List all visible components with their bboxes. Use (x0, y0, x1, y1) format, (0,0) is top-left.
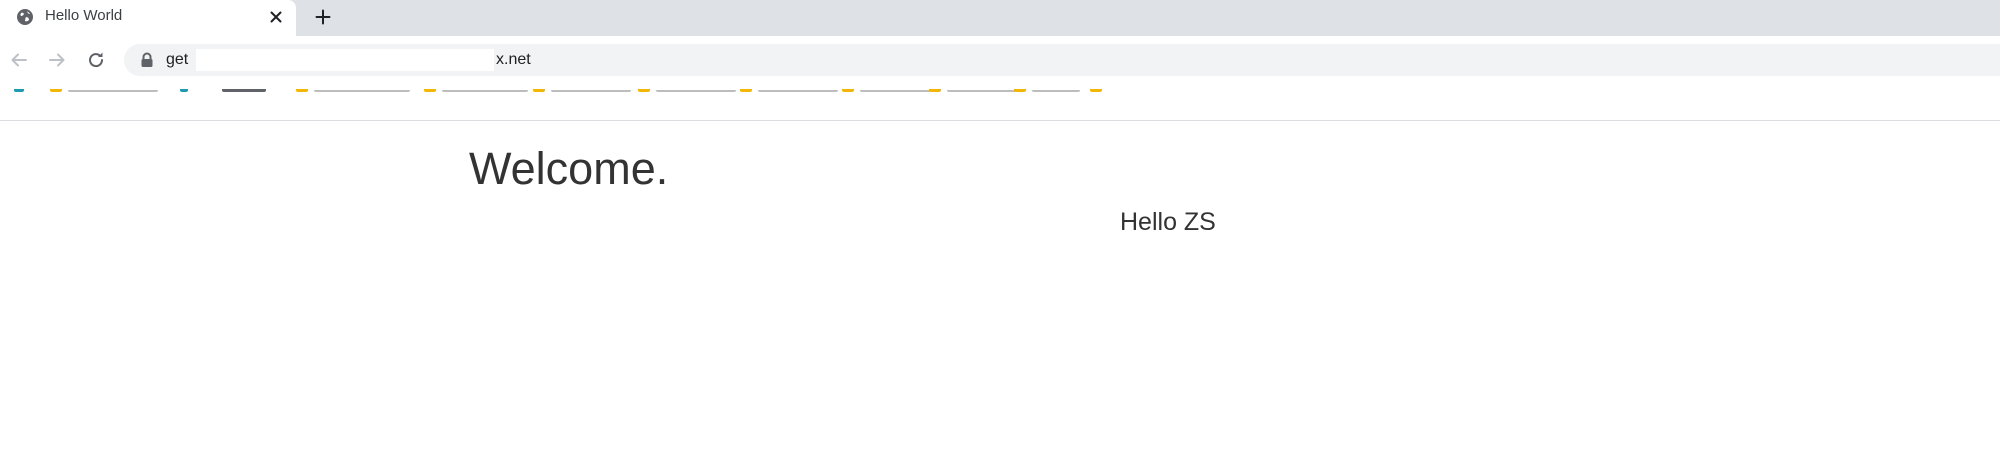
bookmark-folder-icon[interactable] (50, 89, 62, 92)
browser-window: Hello World get x.net Welcome. Hello ZS (0, 0, 2000, 455)
url-text-prefix: get (166, 51, 189, 68)
page-content: Welcome. Hello ZS (0, 121, 2000, 455)
bookmark-label-fragment (222, 89, 266, 92)
url-redaction (196, 49, 494, 71)
url-text-suffix: x.net (496, 51, 531, 68)
forward-button[interactable] (45, 48, 69, 72)
bookmark-label-fragment (314, 90, 410, 92)
reload-button[interactable] (84, 48, 108, 72)
reload-icon (89, 52, 104, 68)
globe-icon (16, 8, 34, 26)
bookmark-label-fragment (442, 90, 528, 92)
bookmark-label-fragment (68, 90, 158, 92)
back-arrow-icon (11, 53, 27, 67)
tab-title: Hello World (45, 7, 123, 24)
bookmark-folder-icon[interactable] (842, 89, 854, 92)
forward-arrow-icon (49, 53, 65, 67)
bookmark-folder-icon[interactable] (740, 89, 752, 92)
greeting-text: Hello ZS (1120, 208, 1216, 236)
plus-icon (315, 9, 331, 25)
bookmark-folder-icon[interactable] (929, 89, 941, 92)
lock-icon[interactable] (140, 52, 154, 68)
page-heading: Welcome. (469, 143, 669, 194)
tab-strip: Hello World (0, 0, 2000, 36)
bookmark-label-fragment (758, 90, 838, 92)
bookmark-favicon-icon[interactable] (180, 89, 188, 92)
bookmark-folder-icon[interactable] (638, 89, 650, 92)
back-button[interactable] (7, 48, 31, 72)
address-bar[interactable]: get x.net (124, 44, 2000, 76)
bookmark-label-fragment (656, 90, 736, 92)
bookmark-folder-icon[interactable] (533, 89, 545, 92)
bookmark-label-fragment (1032, 90, 1080, 92)
bookmarks-bar (0, 84, 2000, 121)
close-icon[interactable] (266, 7, 286, 27)
bookmark-folder-icon[interactable] (1014, 89, 1026, 92)
bookmark-favicon-icon[interactable] (14, 89, 24, 92)
bookmark-folder-icon[interactable] (1090, 89, 1102, 92)
new-tab-button[interactable] (311, 5, 335, 29)
bookmark-folder-icon[interactable] (424, 89, 436, 92)
bookmark-label-fragment (551, 90, 631, 92)
tab-hello-world[interactable]: Hello World (0, 0, 296, 36)
bookmark-folder-icon[interactable] (296, 89, 308, 92)
bookmark-label-fragment (947, 90, 1017, 92)
browser-toolbar: get x.net (0, 36, 2000, 84)
bookmark-label-fragment (860, 90, 934, 92)
